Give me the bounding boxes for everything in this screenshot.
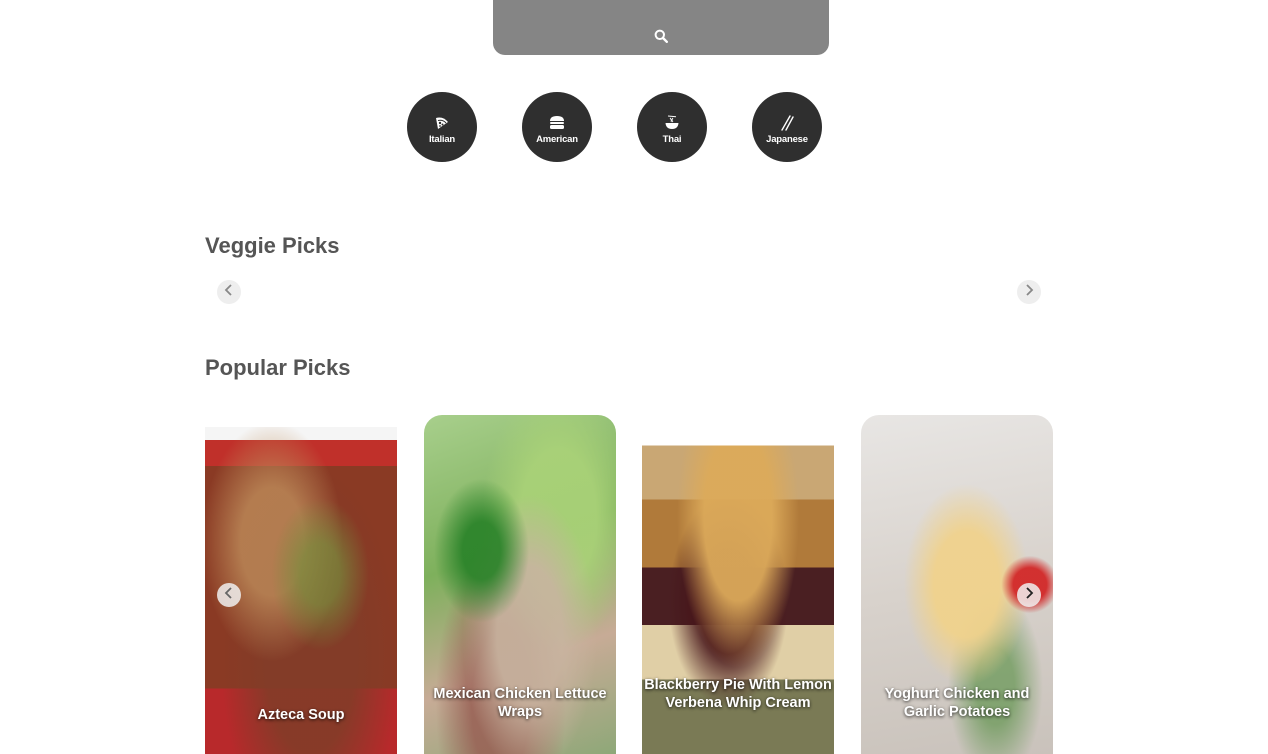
recipe-title: Mexican Chicken Lettuce Wraps	[433, 686, 607, 720]
recipe-card-mexican-chicken-lettuce-wraps[interactable]: Mexican Chicken Lettuce Wraps	[424, 415, 616, 754]
burger-icon	[549, 114, 565, 132]
popular-picks-title: Popular Picks	[205, 355, 351, 380]
cuisine-button-japanese[interactable]: Japanese	[752, 92, 822, 162]
recipe-card-blackberry-pie[interactable]: Blackberry Pie With Lemon Verbena Whip C…	[642, 415, 834, 754]
cuisine-label: Thai	[662, 133, 682, 145]
page: Italian American Thai Japanese Veggie Pi…	[0, 0, 1268, 754]
chevron-left-icon	[224, 283, 234, 301]
recipe-title: Blackberry Pie With Lemon Verbena Whip C…	[644, 677, 832, 711]
cuisine-label: Japanese	[766, 133, 808, 145]
cuisine-buttons: Italian American Thai Japanese	[407, 92, 822, 162]
veggie-picks-title: Veggie Picks	[205, 233, 340, 258]
cuisine-button-american[interactable]: American	[522, 92, 592, 162]
search-bar[interactable]	[493, 0, 829, 55]
cuisine-button-italian[interactable]: Italian	[407, 92, 477, 162]
veggie-prev-button[interactable]	[217, 280, 241, 304]
recipe-title: Yoghurt Chicken and Garlic Potatoes	[884, 686, 1030, 720]
search-input[interactable]	[493, 0, 829, 55]
popular-next-button[interactable]	[1017, 583, 1041, 607]
recipe-title: Azteca Soup	[257, 707, 345, 723]
chevron-left-icon	[224, 586, 234, 604]
noodle-bowl-icon	[664, 114, 680, 132]
chevron-right-icon	[1024, 586, 1034, 604]
chevron-right-icon	[1024, 283, 1034, 301]
cuisine-label: Italian	[428, 133, 456, 145]
cuisine-label: American	[536, 133, 578, 145]
veggie-next-button[interactable]	[1017, 280, 1041, 304]
popular-prev-button[interactable]	[217, 583, 241, 607]
popular-picks-carousel: Azteca Soup Mexican Chicken Lettuce Wrap…	[205, 415, 1053, 754]
pizza-icon	[434, 114, 450, 132]
chopsticks-icon	[779, 114, 795, 132]
cuisine-button-thai[interactable]: Thai	[637, 92, 707, 162]
